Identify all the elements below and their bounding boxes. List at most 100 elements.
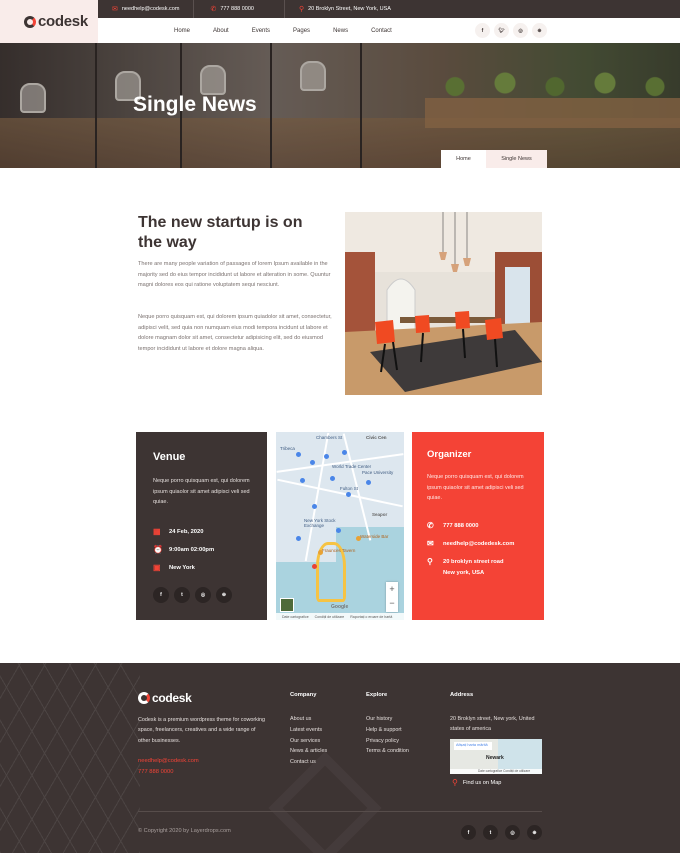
dribbble-icon[interactable]: ⊕ xyxy=(216,587,232,603)
footer-link[interactable]: Privacy policy xyxy=(366,738,399,744)
nav-about[interactable]: About xyxy=(213,28,229,34)
footer-logo[interactable]: codesk xyxy=(138,691,192,705)
footer-link[interactable]: News & articles xyxy=(290,748,327,754)
map-label: Fraunces Tavern xyxy=(322,548,356,553)
map-marker[interactable] xyxy=(336,528,341,533)
nav-links: Home About Events Pages News Contact xyxy=(174,28,415,34)
organizer-phone[interactable]: ✆ 777 888 0000 xyxy=(427,521,478,532)
venue-date-text: 24 Feb, 2020 xyxy=(169,528,204,535)
topbar-phone-text: 777 888 0000 xyxy=(220,6,254,12)
topbar-phone[interactable]: ✆ 777 888 0000 xyxy=(194,0,285,18)
map-marker[interactable] xyxy=(296,536,301,541)
footer-link[interactable]: Terms & condition xyxy=(366,748,409,754)
dribbble-icon[interactable]: ⊕ xyxy=(527,825,542,840)
venue-location-text: New York xyxy=(169,564,195,571)
twitter-icon[interactable]: 🐦︎ xyxy=(494,23,509,38)
footer-map[interactable]: Afișați harta mărită Newark Date cartogr… xyxy=(450,739,542,774)
site-footer: codesk Codesk is a premium wordpress the… xyxy=(0,663,680,853)
venue-title: Venue xyxy=(153,451,186,463)
copyright: © Copyright 2020 by Layerdrops.com xyxy=(138,828,231,834)
venue-time-text: 9:00am 02:00pm xyxy=(169,546,215,553)
instagram-icon[interactable]: ◎ xyxy=(195,587,211,603)
map-report-link[interactable]: Raportați o eroare de hartă xyxy=(350,615,392,619)
instagram-icon[interactable]: ◎ xyxy=(513,23,528,38)
venue-description: Neque porro quisquam est, qui dolorem ip… xyxy=(153,478,250,505)
logo-text: codesk xyxy=(152,691,192,705)
facebook-icon[interactable]: f xyxy=(475,23,490,38)
map-marker[interactable] xyxy=(312,504,317,509)
clock-icon: ⏰ xyxy=(153,545,163,554)
nav-contact[interactable]: Contact xyxy=(371,28,392,34)
footer-watermark xyxy=(268,751,382,853)
phone-icon: ✆ xyxy=(210,6,217,13)
breadcrumb-home[interactable]: Home xyxy=(441,150,486,168)
footer-link[interactable]: Our services xyxy=(290,738,320,744)
map-marker[interactable] xyxy=(346,492,351,497)
footer-pattern xyxy=(0,663,140,853)
event-map[interactable]: Chambers St Civic Cen Tribeca World Trad… xyxy=(276,432,404,620)
map-zoom-control[interactable]: + − xyxy=(386,582,398,612)
venue-social: f t ◎ ⊕ xyxy=(153,587,237,603)
nav-news[interactable]: News xyxy=(333,28,348,34)
google-logo: Google xyxy=(331,604,349,610)
envelope-icon: ✉ xyxy=(427,539,434,548)
map-marker[interactable] xyxy=(310,460,315,465)
organizer-title: Organizer xyxy=(427,449,472,460)
organizer-phone-text: 777 888 0000 xyxy=(443,523,479,529)
map-label: Civic Cen xyxy=(366,435,387,440)
map-label: Seapor xyxy=(372,512,388,517)
map-marker[interactable] xyxy=(318,550,323,555)
dribbble-icon[interactable]: ⊕ xyxy=(532,23,547,38)
map-marker[interactable] xyxy=(296,452,301,457)
location-pin-icon: ⚲ xyxy=(427,557,433,566)
footer-email[interactable]: needhelp@codesk.com xyxy=(138,756,199,767)
map-label: Pace University xyxy=(362,470,394,475)
article-title: The new startup is on the way xyxy=(138,214,303,251)
topbar-email[interactable]: ✉ needhelp@codesk.com xyxy=(98,0,195,18)
map-marker[interactable] xyxy=(342,450,347,455)
facebook-icon[interactable]: f xyxy=(153,587,169,603)
map-enlarge-link[interactable]: Afișați harta mărită xyxy=(454,742,492,750)
logo-icon xyxy=(138,692,150,704)
nav-pages[interactable]: Pages xyxy=(293,28,310,34)
footer-link[interactable]: Help & support xyxy=(366,727,402,733)
twitter-icon[interactable]: t xyxy=(174,587,190,603)
instagram-icon[interactable]: ◎ xyxy=(505,825,520,840)
topbar-address: ⚲ 20 Broklyn Street, New York, USA xyxy=(285,0,405,18)
facebook-icon[interactable]: f xyxy=(461,825,476,840)
dining-room-illustration xyxy=(345,212,542,395)
logo[interactable]: codesk xyxy=(0,0,98,43)
footer-link[interactable]: Latest events xyxy=(290,727,322,733)
nav-events[interactable]: Events xyxy=(252,28,270,34)
organizer-email-text: needhelp@codedesk.com xyxy=(443,541,515,547)
map-city-label: Newark xyxy=(486,755,504,761)
footer-phone[interactable]: 777 888 0000 xyxy=(138,767,199,778)
footer-link[interactable]: About us xyxy=(290,716,311,722)
twitter-icon[interactable]: t xyxy=(483,825,498,840)
footer-explore-title: Explore xyxy=(366,692,388,698)
map-icon: ▣ xyxy=(153,563,161,572)
footer-address-title: Address xyxy=(450,692,474,698)
logo-icon xyxy=(24,15,36,28)
hero-overlay xyxy=(0,43,680,168)
zoom-in-button[interactable]: + xyxy=(386,582,398,596)
footer-company-title: Company xyxy=(290,692,317,698)
map-data-link[interactable]: Date cartografice xyxy=(282,615,309,619)
main-nav: Home About Events Pages News Contact f 🐦… xyxy=(98,18,680,43)
map-terms-link[interactable]: Condiții de utilizare xyxy=(315,615,345,619)
footer-link[interactable]: Contact us xyxy=(290,759,316,765)
map-marker[interactable] xyxy=(366,480,371,485)
map-marker[interactable] xyxy=(300,478,305,483)
footer-link[interactable]: Our history xyxy=(366,716,392,722)
map-marker[interactable] xyxy=(330,476,335,481)
map-marker[interactable] xyxy=(312,564,317,569)
map-marker[interactable] xyxy=(324,454,329,459)
phone-icon: ✆ xyxy=(427,521,434,530)
map-marker[interactable] xyxy=(356,536,361,541)
map-label: Fulton St xyxy=(340,486,359,491)
nav-home[interactable]: Home xyxy=(174,28,190,34)
organizer-email[interactable]: ✉ needhelp@codedesk.com xyxy=(427,539,514,550)
map-satellite-toggle[interactable] xyxy=(280,598,294,612)
find-us-link[interactable]: ⚲ Find us on Map xyxy=(452,778,501,787)
zoom-out-button[interactable]: − xyxy=(386,596,398,610)
